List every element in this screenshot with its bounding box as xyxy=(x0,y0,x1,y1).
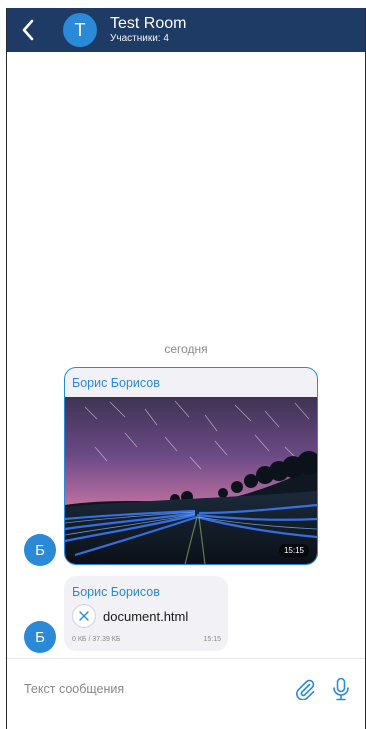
cancel-download-button[interactable] xyxy=(72,604,96,628)
sender-avatar[interactable]: Б xyxy=(24,534,56,566)
attach-button[interactable] xyxy=(294,678,316,705)
microphone-button[interactable] xyxy=(332,677,350,706)
message-composer xyxy=(7,659,365,719)
message-photo[interactable]: 15:15 xyxy=(65,397,317,564)
message-input[interactable] xyxy=(24,682,274,696)
sender-avatar[interactable]: Б xyxy=(24,621,56,653)
star-trails-photo xyxy=(65,397,317,564)
room-title-block[interactable]: Test Room Участники: 4 xyxy=(110,15,186,45)
paperclip-icon xyxy=(296,679,315,701)
sender-name[interactable]: Борис Борисов xyxy=(72,585,160,599)
close-icon xyxy=(79,611,89,621)
room-participants: Участники: 4 xyxy=(110,33,169,44)
room-title: Test Room xyxy=(110,15,187,32)
sender-name[interactable]: Борис Борисов xyxy=(72,376,160,390)
chat-header: T Test Room Участники: 4 xyxy=(7,8,365,52)
message-time: 15:15 xyxy=(278,544,309,557)
back-button[interactable] xyxy=(11,8,45,52)
file-name[interactable]: document.html xyxy=(103,609,188,624)
file-row[interactable]: document.html xyxy=(72,604,188,628)
chat-screen: T Test Room Участники: 4 сегодня Б Борис… xyxy=(6,8,366,729)
date-separator: сегодня xyxy=(164,342,208,356)
message-time: 15:15 xyxy=(203,636,221,643)
image-message[interactable]: Борис Борисов 15:15 xyxy=(64,367,318,565)
microphone-icon xyxy=(333,677,349,701)
room-avatar[interactable]: T xyxy=(63,13,97,47)
file-message[interactable]: Борис Борисов document.html 0 КБ / 37.39… xyxy=(64,576,228,651)
file-size: 0 КБ / 37.39 КБ xyxy=(72,636,121,643)
chevron-left-icon xyxy=(22,19,34,41)
